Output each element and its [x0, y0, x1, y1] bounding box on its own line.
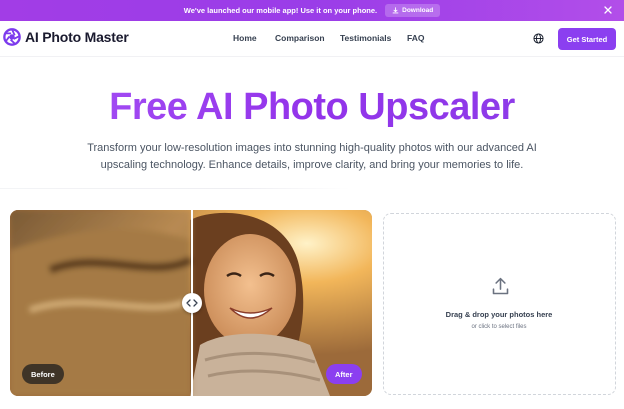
hero-title: Free AI Photo Upscaler: [0, 86, 624, 129]
upload-dropzone[interactable]: Drag & drop your photos here or click to…: [383, 213, 616, 395]
download-icon: [392, 7, 399, 14]
hero-subtitle: Transform your low-resolution images int…: [87, 142, 537, 171]
comparison-slider-handle[interactable]: [182, 293, 202, 313]
section-divider: [0, 188, 350, 189]
announcement-bar: We've launched our mobile app! Use it on…: [0, 0, 624, 21]
get-started-button[interactable]: Get Started: [558, 28, 616, 50]
nav-link-home[interactable]: Home: [233, 33, 257, 43]
before-badge: Before: [22, 364, 64, 384]
close-icon[interactable]: [603, 5, 613, 15]
upload-icon: [492, 277, 509, 295]
before-after-comparison[interactable]: Before After: [10, 210, 372, 396]
left-right-arrows-icon: [186, 299, 198, 307]
nav-links: Home Comparison Testimonials FAQ: [0, 21, 624, 57]
after-badge: After: [326, 364, 362, 384]
download-app-label: Download: [402, 7, 434, 14]
globe-icon[interactable]: [533, 33, 544, 44]
dropzone-title: Drag & drop your photos here: [445, 310, 553, 319]
announcement-text: We've launched our mobile app! Use it on…: [183, 6, 378, 15]
dropzone-subtitle: or click to select files: [471, 324, 527, 330]
nav-link-comparison[interactable]: Comparison: [275, 33, 325, 43]
top-navigation: AI Photo Master Home Comparison Testimon…: [0, 21, 624, 57]
nav-link-testimonials[interactable]: Testimonials: [340, 33, 391, 43]
nav-link-faq[interactable]: FAQ: [407, 33, 424, 43]
download-app-button[interactable]: Download: [385, 4, 441, 17]
